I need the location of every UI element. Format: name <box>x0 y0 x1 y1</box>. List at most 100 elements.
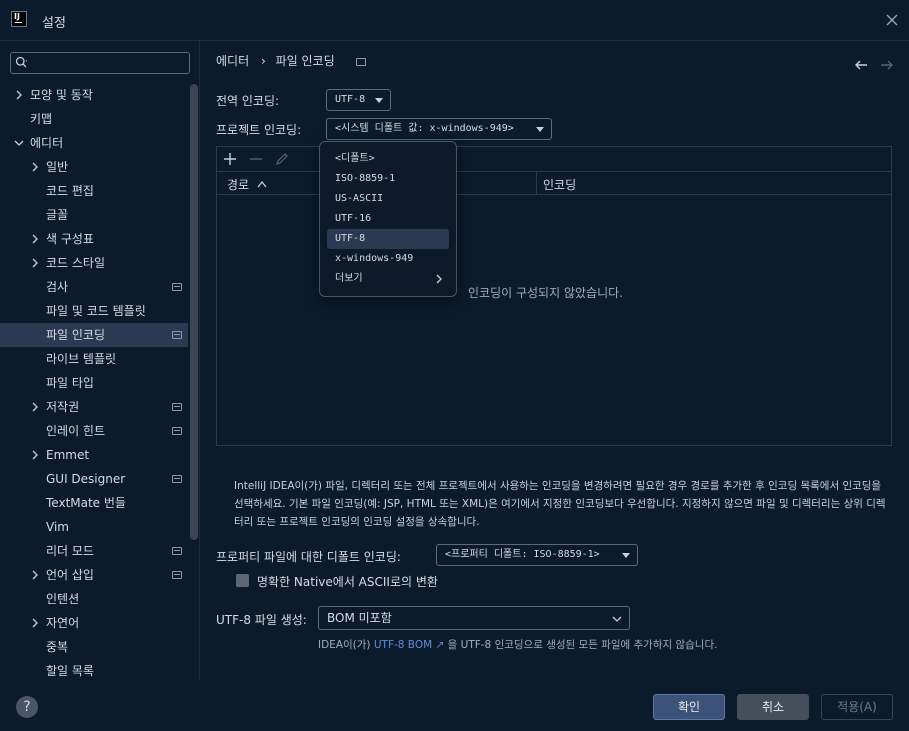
sidebar-item-label: 파일 및 코드 템플릿 <box>46 304 146 318</box>
sidebar-item-label: 리더 모드 <box>46 544 94 558</box>
sidebar-item[interactable]: 저작권 <box>0 395 188 419</box>
dropdown-option[interactable]: <디폴트> <box>327 149 449 169</box>
sidebar-item[interactable]: Vim <box>0 515 188 539</box>
sidebar-item-label: Vim <box>46 520 69 534</box>
chevron-down-icon[interactable] <box>14 138 24 148</box>
add-icon[interactable] <box>223 152 237 166</box>
sidebar-item[interactable]: TextMate 번들 <box>0 491 188 515</box>
dropdown-option[interactable]: UTF-8 <box>327 229 449 249</box>
column-header-encoding[interactable]: 인코딩 <box>543 176 576 193</box>
close-icon[interactable] <box>884 12 900 28</box>
properties-encoding-combo[interactable]: <프로퍼티 디폴트: ISO-8859-1> <box>436 544 638 566</box>
utf8-bom-info: IDEA이(가) UTF-8 BOM ↗ 을 UTF-8 인코딩으로 생성된 모… <box>318 637 717 652</box>
pin-icon <box>172 427 182 435</box>
forward-arrow-icon[interactable] <box>880 58 894 72</box>
sidebar-item[interactable]: 검사 <box>0 275 188 299</box>
sidebar-item-label: 파일 인코딩 <box>46 328 106 342</box>
sidebar-item-label: Emmet <box>46 448 90 462</box>
dropdown-option-label: US-ASCII <box>335 193 384 204</box>
dropdown-option[interactable]: 더보기 <box>327 269 449 289</box>
sidebar-item[interactable]: 언어 삽입 <box>0 563 188 587</box>
sidebar-item[interactable]: 파일 및 코드 템플릿 <box>0 299 188 323</box>
dropdown-option[interactable]: US-ASCII <box>327 189 449 209</box>
sidebar-item-label: 모양 및 동작 <box>30 88 93 102</box>
sidebar-item-label: GUI Designer <box>46 472 126 486</box>
dropdown-option-label: UTF-8 <box>335 233 366 244</box>
native-to-ascii-label[interactable]: 명확한 Native에서 ASCII로의 변환 <box>257 573 438 590</box>
sidebar-item-label: 색 구성표 <box>46 232 94 246</box>
chevron-right-icon[interactable] <box>30 570 40 580</box>
chevron-right-icon[interactable] <box>30 450 40 460</box>
sidebar-item[interactable]: GUI Designer <box>0 467 188 491</box>
dropdown-option-label: 더보기 <box>335 273 363 284</box>
sidebar-item[interactable]: 글꼴 <box>0 203 188 227</box>
sidebar-item[interactable]: 에디터 <box>0 131 188 155</box>
chevron-right-icon[interactable] <box>30 618 40 628</box>
breadcrumb-separator: › <box>260 54 266 68</box>
utf8-bom-combo[interactable]: BOM 미포함 <box>318 606 630 630</box>
dropdown-option[interactable]: ISO-8859-1 <box>327 169 449 189</box>
pin-icon <box>172 475 182 483</box>
window-title: 설정 <box>42 16 66 31</box>
sidebar-item-label: 인레이 힌트 <box>46 424 106 438</box>
utf8-bom-link[interactable]: UTF-8 BOM ↗ <box>374 639 444 651</box>
back-arrow-icon[interactable] <box>854 58 868 72</box>
sidebar-item[interactable]: 중복 <box>0 635 188 659</box>
sidebar-item-label: 할일 목록 <box>46 664 94 678</box>
ok-button[interactable]: 확인 <box>653 694 725 720</box>
dropdown-option-label: x-windows-949 <box>335 253 414 264</box>
sidebar-item[interactable]: 코드 편집 <box>0 179 188 203</box>
column-header-path[interactable]: 경로 <box>227 176 249 193</box>
sidebar-item-label: 자연어 <box>46 616 80 630</box>
chevron-down-icon <box>622 553 630 558</box>
sidebar-item[interactable]: 색 구성표 <box>0 227 188 251</box>
sidebar-item[interactable]: 할일 목록 <box>0 659 188 683</box>
sidebar-item-label: 중복 <box>46 640 69 654</box>
title-bar <box>0 0 909 41</box>
chevron-right-icon[interactable] <box>30 402 40 412</box>
sidebar-item[interactable]: Emmet <box>0 443 188 467</box>
utf8-bom-label: UTF-8 파일 생성: <box>216 613 307 627</box>
sidebar-item[interactable]: 리더 모드 <box>0 539 188 563</box>
sidebar-item[interactable]: 일반 <box>0 155 188 179</box>
help-button[interactable]: ? <box>16 696 38 718</box>
dropdown-option[interactable]: UTF-16 <box>327 209 449 229</box>
sidebar-item[interactable]: 자연어 <box>0 611 188 635</box>
native-to-ascii-checkbox[interactable] <box>236 574 249 587</box>
apply-button[interactable]: 적용(A) <box>821 694 893 720</box>
chevron-down-icon <box>612 616 622 622</box>
remove-icon[interactable] <box>249 152 263 166</box>
sidebar-item[interactable]: 파일 인코딩 <box>0 323 188 347</box>
dropdown-option-label: ISO-8859-1 <box>335 173 396 184</box>
chevron-right-icon[interactable] <box>14 90 24 100</box>
dropdown-option-label: UTF-16 <box>335 213 372 224</box>
chevron-down-icon <box>536 127 544 132</box>
edit-icon[interactable] <box>275 152 289 166</box>
sidebar-item-label: 코드 스타일 <box>46 256 106 270</box>
sidebar-item-label: 저작권 <box>46 400 80 414</box>
sidebar-item[interactable]: 키맵 <box>0 107 188 131</box>
project-encoding-combo[interactable]: <시스템 디폴트 값: x-windows-949> <box>326 118 552 140</box>
cancel-button[interactable]: 취소 <box>737 694 809 720</box>
chevron-right-icon[interactable] <box>30 234 40 244</box>
sidebar-scrollbar[interactable] <box>190 84 198 540</box>
global-encoding-combo[interactable]: UTF-8 <box>326 89 391 111</box>
chevron-right-icon[interactable] <box>30 162 40 172</box>
pin-icon <box>172 331 182 339</box>
sidebar-item[interactable]: 인텐션 <box>0 587 188 611</box>
sidebar-item-label: 파일 타입 <box>46 376 94 390</box>
sidebar-item[interactable]: 모양 및 동작 <box>0 83 188 107</box>
search-input[interactable] <box>10 52 190 74</box>
sidebar-item[interactable]: 인레이 힌트 <box>0 419 188 443</box>
sidebar-item[interactable]: 파일 타입 <box>0 371 188 395</box>
sidebar-item[interactable]: 라이브 템플릿 <box>0 347 188 371</box>
sidebar-item-label: TextMate 번들 <box>46 496 126 510</box>
search-icon <box>15 56 28 68</box>
chevron-right-icon[interactable] <box>30 258 40 268</box>
dropdown-option[interactable]: x-windows-949 <box>327 249 449 269</box>
app-logo: IJ <box>11 11 27 27</box>
sidebar-item[interactable]: 코드 스타일 <box>0 251 188 275</box>
chevron-right-icon <box>436 274 442 284</box>
sidebar-item-label: 일반 <box>46 160 69 174</box>
breadcrumb-parent[interactable]: 에디터 <box>216 54 249 68</box>
